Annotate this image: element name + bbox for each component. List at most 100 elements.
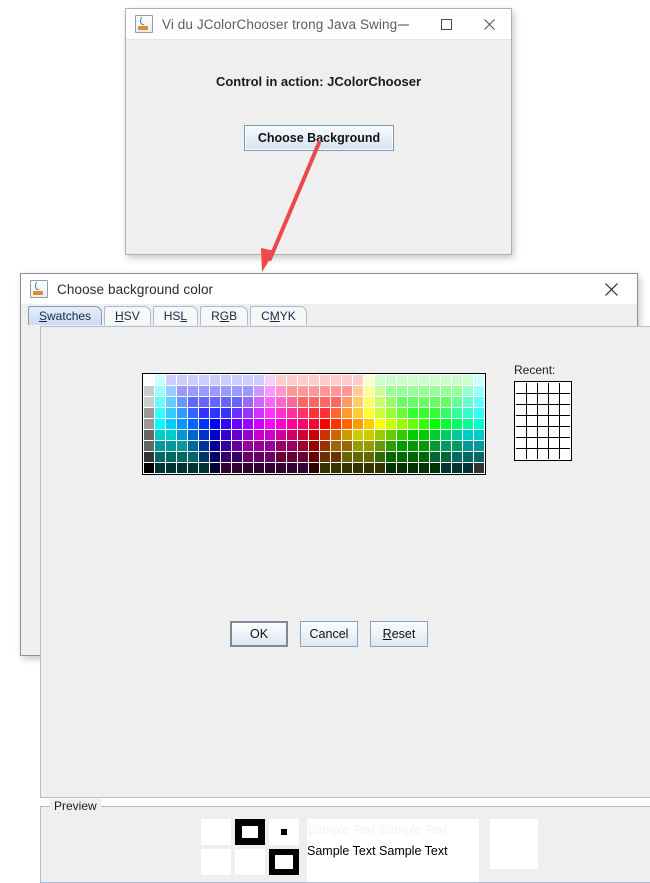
swatch-cell[interactable] — [364, 408, 374, 418]
swatch-cell[interactable] — [177, 397, 187, 407]
swatch-cell[interactable] — [298, 441, 308, 451]
swatch-cell[interactable] — [166, 463, 176, 473]
swatch-cell[interactable] — [386, 419, 396, 429]
ok-button[interactable]: OK — [230, 621, 288, 647]
maximize-button[interactable] — [425, 9, 468, 40]
swatch-cell[interactable] — [166, 386, 176, 396]
swatch-cell[interactable] — [408, 386, 418, 396]
swatch-cell[interactable] — [144, 452, 154, 462]
swatch-cell[interactable] — [419, 452, 429, 462]
swatch-cell[interactable] — [243, 452, 253, 462]
swatch-cell[interactable] — [166, 441, 176, 451]
swatch-cell[interactable] — [309, 441, 319, 451]
swatch-cell[interactable] — [210, 430, 220, 440]
recent-swatch-cell[interactable] — [560, 438, 570, 448]
swatch-cell[interactable] — [188, 397, 198, 407]
swatch-cell[interactable] — [243, 386, 253, 396]
swatch-cell[interactable] — [430, 463, 440, 473]
recent-swatch-cell[interactable] — [527, 427, 537, 437]
swatch-cell[interactable] — [254, 430, 264, 440]
swatch-cell[interactable] — [452, 441, 462, 451]
swatch-cell[interactable] — [287, 419, 297, 429]
swatch-cell[interactable] — [243, 463, 253, 473]
tab-hsl[interactable]: HS L — [152, 306, 199, 325]
swatch-cell[interactable] — [364, 386, 374, 396]
swatch-cell[interactable] — [430, 419, 440, 429]
swatch-cell[interactable] — [232, 430, 242, 440]
recent-swatch-cell[interactable] — [538, 405, 548, 415]
swatch-cell[interactable] — [342, 408, 352, 418]
swatch-cell[interactable] — [474, 397, 484, 407]
swatch-cell[interactable] — [287, 452, 297, 462]
choose-background-button[interactable]: Choose Background — [244, 125, 394, 151]
swatch-cell[interactable] — [342, 386, 352, 396]
swatch-cell[interactable] — [364, 419, 374, 429]
swatch-cell[interactable] — [452, 386, 462, 396]
swatch-cell[interactable] — [474, 463, 484, 473]
recent-swatch-cell[interactable] — [516, 427, 526, 437]
swatch-cell[interactable] — [254, 441, 264, 451]
swatch-cell[interactable] — [309, 397, 319, 407]
swatch-cell[interactable] — [199, 463, 209, 473]
tab-cmyk[interactable]: C M YK — [250, 306, 307, 325]
swatch-cell[interactable] — [188, 408, 198, 418]
swatch-cell[interactable] — [298, 375, 308, 385]
swatch-cell[interactable] — [276, 375, 286, 385]
swatch-cell[interactable] — [287, 397, 297, 407]
swatch-cell[interactable] — [397, 397, 407, 407]
swatch-cell[interactable] — [155, 386, 165, 396]
swatch-cell[interactable] — [386, 375, 396, 385]
swatch-cell[interactable] — [320, 408, 330, 418]
swatch-cell[interactable] — [463, 441, 473, 451]
swatch-cell[interactable] — [254, 463, 264, 473]
swatch-cell[interactable] — [452, 419, 462, 429]
swatch-cell[interactable] — [342, 419, 352, 429]
recent-swatch-cell[interactable] — [516, 416, 526, 426]
swatch-cell[interactable] — [463, 386, 473, 396]
swatch-cell[interactable] — [474, 419, 484, 429]
swatch-cell[interactable] — [320, 386, 330, 396]
swatch-cell[interactable] — [221, 463, 231, 473]
main-window-titlebar[interactable]: Vi du JColorChooser trong Java Swing — [126, 9, 511, 40]
swatch-cell[interactable] — [155, 419, 165, 429]
swatch-cell[interactable] — [166, 397, 176, 407]
swatch-cell[interactable] — [298, 408, 308, 418]
swatch-cell[interactable] — [254, 408, 264, 418]
swatch-cell[interactable] — [430, 452, 440, 462]
swatch-cell[interactable] — [342, 463, 352, 473]
close-button[interactable] — [468, 9, 511, 40]
swatch-cell[interactable] — [221, 452, 231, 462]
swatch-cell[interactable] — [188, 430, 198, 440]
recent-swatch-cell[interactable] — [527, 449, 537, 459]
swatch-cell[interactable] — [331, 419, 341, 429]
swatch-cell[interactable] — [364, 430, 374, 440]
swatch-cell[interactable] — [408, 463, 418, 473]
swatch-cell[interactable] — [419, 430, 429, 440]
swatch-cell[interactable] — [232, 397, 242, 407]
swatch-cell[interactable] — [243, 408, 253, 418]
swatch-cell[interactable] — [397, 430, 407, 440]
swatch-cell[interactable] — [375, 386, 385, 396]
swatch-cell[interactable] — [155, 430, 165, 440]
swatch-cell[interactable] — [419, 419, 429, 429]
swatch-cell[interactable] — [298, 430, 308, 440]
recent-swatch-cell[interactable] — [538, 394, 548, 404]
swatch-cell[interactable] — [254, 375, 264, 385]
swatch-cell[interactable] — [177, 463, 187, 473]
swatch-cell[interactable] — [265, 386, 275, 396]
swatch-cell[interactable] — [342, 441, 352, 451]
swatch-cell[interactable] — [375, 463, 385, 473]
swatch-cell[interactable] — [408, 375, 418, 385]
swatch-cell[interactable] — [331, 463, 341, 473]
swatch-cell[interactable] — [177, 419, 187, 429]
swatch-cell[interactable] — [254, 419, 264, 429]
swatch-cell[interactable] — [430, 375, 440, 385]
swatch-cell[interactable] — [221, 408, 231, 418]
swatch-cell[interactable] — [210, 463, 220, 473]
swatch-palette[interactable] — [142, 373, 486, 475]
swatch-cell[interactable] — [452, 375, 462, 385]
swatch-cell[interactable] — [188, 441, 198, 451]
swatch-cell[interactable] — [386, 441, 396, 451]
swatch-cell[interactable] — [452, 408, 462, 418]
swatch-cell[interactable] — [309, 463, 319, 473]
